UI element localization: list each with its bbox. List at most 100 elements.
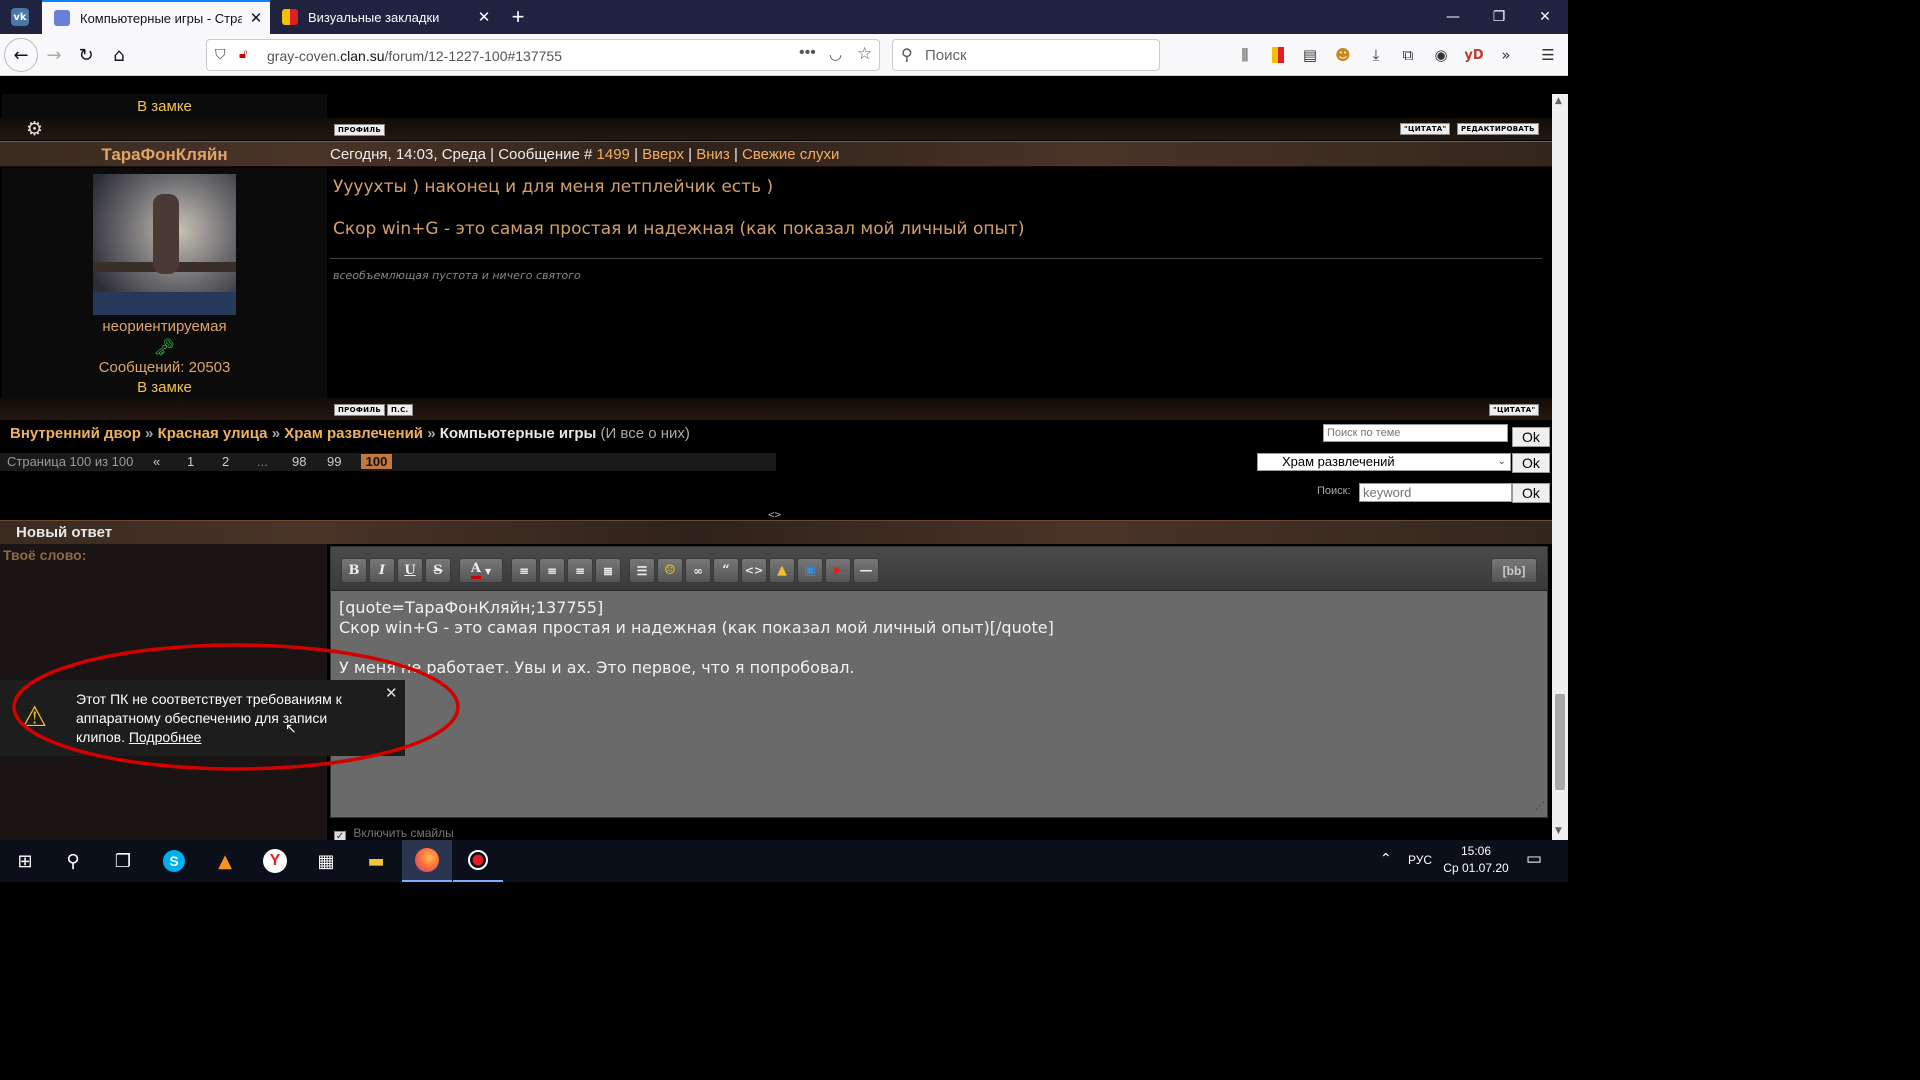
start-button[interactable]: ⊞	[0, 840, 50, 882]
maximize-button[interactable]: ❐	[1476, 0, 1522, 34]
insecure-lock-icon[interactable]: 🔓︎	[239, 46, 247, 62]
page-scrollbar[interactable]: ▲ ▼	[1552, 94, 1568, 840]
forum-select[interactable]: Храм развлечений ⌄	[1257, 453, 1511, 471]
scroll-up-link[interactable]: Вверх	[642, 146, 684, 163]
pocket-icon[interactable]: ◡	[829, 45, 842, 63]
topic-search-input[interactable]	[1323, 424, 1508, 442]
breadcrumb-courtyard[interactable]: Внутренний двор	[10, 425, 141, 442]
search-bar[interactable]: ⚲ Поиск	[892, 39, 1160, 71]
yandex-disk-icon[interactable]: yD	[1462, 43, 1486, 67]
close-window-button[interactable]: ✕	[1522, 0, 1568, 34]
breadcrumb-temple[interactable]: Храм развлечений	[284, 425, 423, 442]
keyword-ok-button[interactable]: Ok	[1512, 483, 1550, 503]
page-prev[interactable]: «	[153, 454, 160, 469]
scroll-down-arrow-icon[interactable]: ▼	[1555, 826, 1562, 836]
skype-button[interactable]: S	[149, 840, 199, 882]
smileys-checkbox[interactable]: ✓	[334, 831, 346, 840]
keyword-input[interactable]	[1359, 483, 1512, 502]
tab-computer-games[interactable]: Компьютерные игры - Стран ✕	[42, 0, 270, 34]
clock[interactable]: 15:06 Ср 01.07.20	[1440, 843, 1512, 877]
bb-mode-button[interactable]: [bb]	[1491, 558, 1537, 583]
tab-visual-bookmarks[interactable]: Визуальные закладки ✕	[270, 0, 498, 34]
scroll-up-arrow-icon[interactable]: ▲	[1555, 96, 1562, 106]
page-link[interactable]: 99	[327, 454, 341, 469]
image-button[interactable]: ▣	[797, 558, 823, 583]
align-justify-button[interactable]: ≣	[595, 558, 621, 583]
minimize-button[interactable]: —	[1430, 0, 1476, 34]
close-tab-icon[interactable]: ✕	[242, 9, 270, 27]
input-language[interactable]: РУС	[1408, 853, 1432, 867]
align-center-button[interactable]: ≡	[539, 558, 565, 583]
scrollbar-thumb[interactable]	[1555, 694, 1565, 790]
tray-chevron-up-icon[interactable]: ⌃	[1380, 851, 1392, 867]
forum-select-ok-button[interactable]: Ok	[1512, 453, 1550, 473]
spoiler-button[interactable]: ▲	[769, 558, 795, 583]
resize-grip-icon[interactable]: ⋰	[1535, 797, 1545, 817]
post-number-link[interactable]: 1499	[597, 146, 630, 163]
font-color-button[interactable]: A ▼	[459, 558, 503, 583]
account-icon[interactable]: ◉	[1429, 43, 1453, 67]
back-button[interactable]: ←	[4, 38, 38, 72]
profile-button[interactable]: ПРОФИЛЬ	[334, 404, 385, 416]
breadcrumb: Внутренний двор » Красная улица » Храм р…	[10, 425, 690, 442]
task-view-button[interactable]: ❐	[98, 840, 148, 882]
page-link[interactable]: 98	[292, 454, 306, 469]
hr-button[interactable]: —	[853, 558, 879, 583]
reload-button[interactable]: ↻	[70, 39, 102, 71]
screenshot-icon[interactable]: ⧉	[1396, 43, 1420, 67]
yandex-browser-button[interactable]: Y	[250, 840, 300, 882]
bold-button[interactable]: B	[341, 558, 367, 583]
url-bar[interactable]: ⛉ 🔓︎ gray-coven.clan.su/forum/12-1227-10…	[206, 39, 880, 71]
topic-search-ok-button[interactable]: Ok	[1512, 427, 1550, 447]
forward-button[interactable]: →	[38, 39, 70, 71]
underline-button[interactable]: U	[397, 558, 423, 583]
user-avatar[interactable]	[93, 174, 236, 315]
visual-bookmarks-icon[interactable]	[1266, 43, 1290, 67]
firefox-button[interactable]	[402, 840, 452, 882]
strike-button[interactable]: S	[425, 558, 451, 583]
prev-post-footer: ⚙ ПРОФИЛЬ "ЦИТАТА" РЕДАКТИРОВАТЬ	[0, 118, 1552, 140]
vk-pinned-tab[interactable]: vk	[0, 0, 40, 34]
menu-icon[interactable]: ☰	[1536, 43, 1560, 67]
extension-face-icon[interactable]: ☻	[1331, 43, 1355, 67]
recorder-button[interactable]	[453, 840, 503, 882]
page-link[interactable]: 1	[187, 454, 194, 469]
library-icon[interactable]: ⫼	[1233, 43, 1257, 67]
page-link[interactable]: 2	[222, 454, 229, 469]
fresh-news-link[interactable]: Свежие слухи	[742, 146, 839, 163]
smiley-button[interactable]: ☺	[657, 558, 683, 583]
quote-tag-button[interactable]: “	[713, 558, 739, 583]
quote-icon: “	[722, 563, 730, 578]
download-icon[interactable]: ⤓	[1364, 43, 1388, 67]
italic-button[interactable]: I	[369, 558, 395, 583]
youtube-button[interactable]: ▶	[825, 558, 851, 583]
list-button[interactable]: ☰	[629, 558, 655, 583]
action-center-icon[interactable]: ▭	[1526, 849, 1542, 869]
link-button[interactable]: ∞	[685, 558, 711, 583]
post-author[interactable]: ТараФонКляйн	[2, 142, 327, 168]
breadcrumb-red-street[interactable]: Красная улица	[158, 425, 268, 442]
prev-edit-button[interactable]: РЕДАКТИРОВАТЬ	[1457, 123, 1539, 135]
calculator-button[interactable]: ▦	[301, 840, 351, 882]
prev-profile-button[interactable]: ПРОФИЛЬ	[334, 124, 385, 136]
align-right-button[interactable]: ≡	[567, 558, 593, 583]
home-button[interactable]: ⌂	[103, 39, 135, 71]
quote-button[interactable]: "ЦИТАТА"	[1489, 404, 1540, 416]
close-tab-icon[interactable]: ✕	[470, 8, 498, 26]
prev-quote-button[interactable]: "ЦИТАТА"	[1400, 123, 1451, 135]
reply-textarea[interactable]: [quote=ТараФонКляйн;137755] Скор win+G -…	[331, 592, 1547, 817]
sidebar-icon[interactable]: ▤	[1298, 43, 1322, 67]
new-tab-button[interactable]: +	[503, 0, 533, 34]
code-button[interactable]: <>	[741, 558, 767, 583]
scroll-down-link[interactable]: Вниз	[696, 146, 730, 163]
settings-gear-icon[interactable]: ⚙	[26, 120, 43, 139]
pm-button[interactable]: П.С.	[387, 404, 413, 416]
avast-button[interactable]: ▲	[200, 840, 250, 882]
align-left-button[interactable]: ≡	[511, 558, 537, 583]
page-actions-icon[interactable]: •••	[799, 44, 816, 62]
file-explorer-button[interactable]: ▬	[351, 840, 401, 882]
taskbar-search-button[interactable]: ⚲	[48, 840, 98, 882]
overflow-chevron-icon[interactable]: »	[1494, 43, 1518, 67]
shield-icon[interactable]: ⛉	[215, 46, 226, 63]
bookmark-star-icon[interactable]: ☆	[857, 44, 872, 64]
